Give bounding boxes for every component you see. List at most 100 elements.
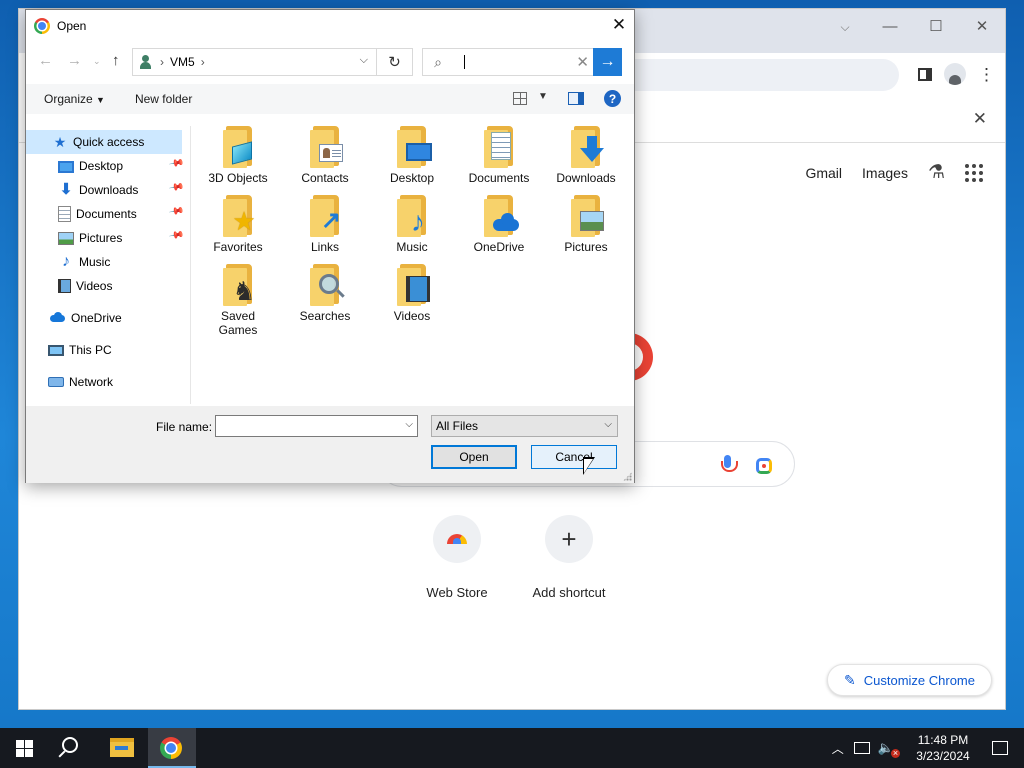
folder-item[interactable]: Searches [283,260,367,326]
search-go-arrow-icon[interactable]: → [593,48,622,76]
side-panel-icon[interactable] [918,67,932,81]
minimize-icon[interactable]: — [867,9,913,43]
dialog-close-icon[interactable]: ✕ [604,10,634,40]
organize-label: Organize [44,92,93,106]
folder-item[interactable]: Contacts [283,122,367,188]
file-name-field[interactable]: ⌵ [215,415,418,437]
address-dropdown-icon[interactable]: ⌵ [360,54,368,67]
forward-arrow-icon[interactable]: → [67,52,82,69]
close-icon[interactable]: ✕ [959,9,1005,43]
show-hidden-icons-icon[interactable]: ︿ [832,740,844,757]
nav-network[interactable]: Network [48,370,182,394]
folder-item[interactable]: Videos [370,260,454,326]
change-view-icon[interactable] [513,92,527,105]
folder-label: OneDrive [473,240,525,254]
pictures-icon [58,231,74,245]
preview-pane-icon[interactable] [568,92,584,105]
new-folder-button[interactable]: New folder [135,92,192,106]
folder-item[interactable]: 3D Objects [196,122,280,188]
windows-start-icon[interactable] [16,740,33,757]
view-options-dropdown-icon[interactable]: ▼ [538,91,548,102]
folder-label: Links [310,240,339,254]
chrome-logo-icon [160,737,182,759]
images-link[interactable]: Images [862,165,908,181]
lens-search-icon[interactable] [756,458,772,474]
taskbar-search-icon[interactable] [62,737,78,753]
folder-item[interactable]: Downloads [544,122,628,188]
taskbar-chrome-button[interactable] [148,728,196,768]
searches-folder-icon [307,264,343,306]
open-file-dialog: Open ✕ ← → ⌄ ↑ › VM5 › ⌵ ↻ ⌕ ✕ → Organiz… [25,9,635,483]
nav-desktop[interactable]: Desktop [58,154,182,178]
tab-search-icon[interactable]: ⌵ [833,17,857,37]
folder-item[interactable]: ♞ Saved Games [196,260,280,340]
videos-icon [58,279,71,293]
nav-pictures[interactable]: Pictures [58,226,182,250]
search-box[interactable]: ⌕ ✕ [422,48,594,76]
file-name-dropdown-icon[interactable]: ⌵ [405,419,413,430]
nav-quick-access[interactable]: ★ Quick access [26,130,182,154]
folder-label: Documents [468,171,530,185]
shortcut-web-store[interactable]: Web Store [407,515,507,600]
3d-objects-folder-icon [220,126,256,168]
nav-music[interactable]: ♪ Music [58,250,182,274]
clock-time: 11:48 PM [917,733,969,747]
recent-locations-icon[interactable]: ⌄ [93,56,101,67]
nav-label: Music [79,255,111,269]
breadcrumb-vm5[interactable]: VM5 [170,55,195,69]
nav-this-pc[interactable]: This PC [48,338,182,362]
folder-item[interactable]: ♪ Music [370,191,454,257]
desktop-folder-icon [394,126,432,168]
folder-label: Saved Games [196,309,280,337]
resize-grip-icon[interactable] [623,472,632,481]
nav-downloads[interactable]: ⬇ Downloads [58,178,182,202]
maximize-icon[interactable]: ☐ [913,9,959,43]
address-bar[interactable]: › VM5 › ⌵ ↻ [132,48,413,76]
pictures-folder-icon [568,195,604,237]
cancel-button[interactable]: Cancel [531,445,617,469]
file-name-label: File name: [156,420,213,434]
gmail-link[interactable]: Gmail [805,165,842,181]
refresh-icon[interactable]: ↻ [376,49,412,75]
folder-item[interactable]: ↗ Links [283,191,367,257]
folder-item[interactable]: ★ Favorites [196,191,280,257]
search-input[interactable] [465,55,545,69]
breadcrumb-separator-icon[interactable]: › [160,55,164,69]
network-status-icon[interactable] [853,742,870,754]
folder-item[interactable]: Pictures [544,191,628,257]
file-explorer-icon[interactable] [110,738,134,757]
command-bar: Organize ▼ New folder ▼ ? [26,84,634,114]
file-type-select[interactable]: All Files ⌵ [431,415,618,437]
volume-muted-icon[interactable]: 🔈 [878,740,901,758]
labs-flask-icon[interactable]: ⚗ [928,161,945,184]
voice-search-icon[interactable] [719,455,738,477]
dialog-title: Open [57,19,87,33]
shortcut-label: Add shortcut [532,585,606,600]
help-icon[interactable]: ? [604,90,621,107]
nav-videos[interactable]: Videos [58,274,182,298]
nav-label: This PC [69,343,112,357]
folder-item[interactable]: Documents [457,122,541,188]
more-menu-icon[interactable]: ⋮ [978,66,995,83]
saved-games-folder-icon: ♞ [220,264,256,306]
clock[interactable]: 11:48 PM 3/23/2024 [908,732,978,764]
breadcrumb-separator-icon[interactable]: › [201,55,205,69]
customize-chrome-button[interactable]: ✎ Customize Chrome [827,664,992,696]
label-line: Games [218,323,258,337]
google-apps-icon[interactable] [965,163,983,182]
back-arrow-icon[interactable]: ← [38,52,53,69]
folder-item[interactable]: Desktop [370,122,454,188]
dialog-titlebar[interactable]: Open ✕ [26,10,634,42]
nav-onedrive[interactable]: OneDrive [48,306,182,330]
up-arrow-icon[interactable]: ↑ [112,52,120,69]
clear-search-icon[interactable]: ✕ [576,53,589,71]
profile-avatar-icon[interactable] [944,63,966,85]
nav-documents[interactable]: Documents [58,202,182,226]
notifications-icon[interactable] [992,741,1008,755]
organize-button[interactable]: Organize ▼ [44,92,105,106]
infobar-close-icon[interactable]: ✕ [973,109,987,129]
file-name-input[interactable] [216,416,396,436]
folder-item[interactable]: OneDrive [457,191,541,257]
shortcut-add[interactable]: + Add shortcut [519,515,619,600]
open-button[interactable]: Open [431,445,517,469]
